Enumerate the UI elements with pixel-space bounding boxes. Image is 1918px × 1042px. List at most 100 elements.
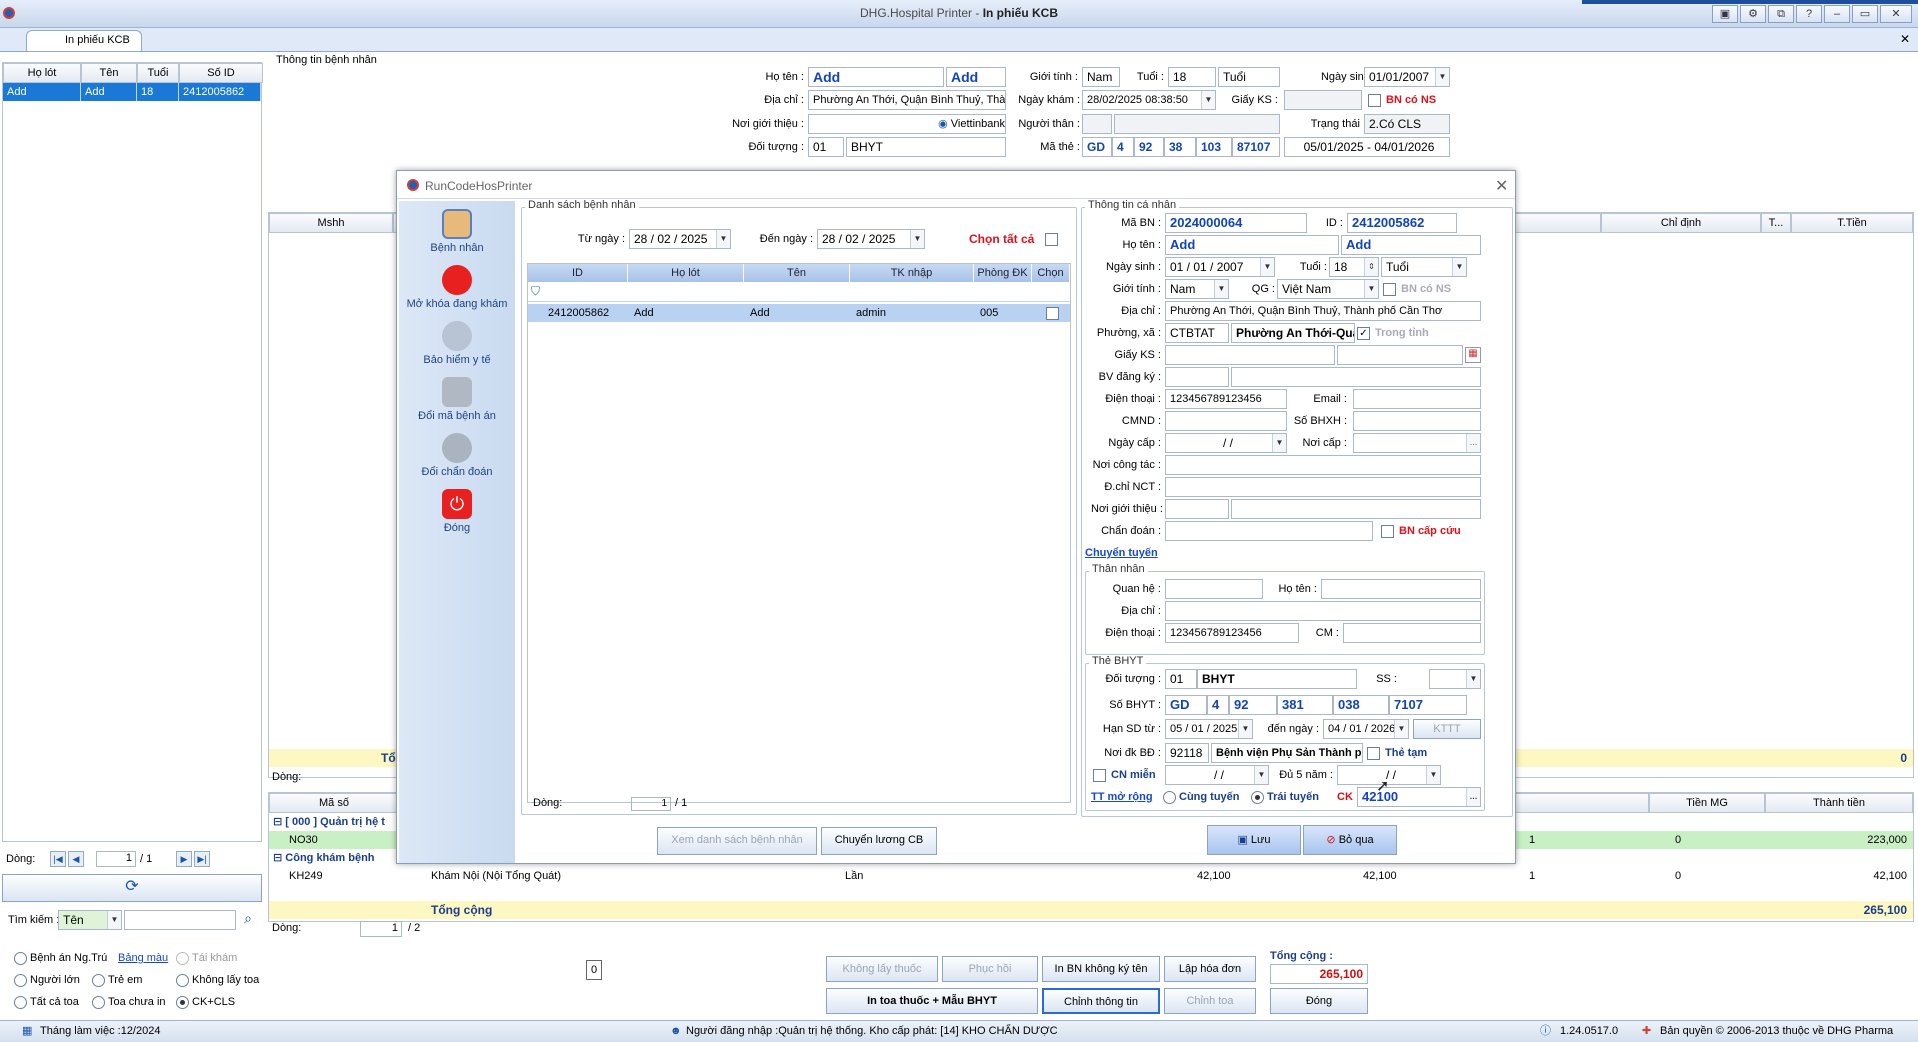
ma-the-6[interactable]: 87107 bbox=[1232, 137, 1280, 157]
noi-gioi-thieu-field[interactable]: ◉ Viettinbank bbox=[808, 114, 1006, 134]
nav-bao-hiem[interactable]: Bảo hiểm y tế bbox=[399, 321, 515, 366]
giay-ks-field[interactable] bbox=[1284, 90, 1362, 110]
doi-tuong-code-field[interactable]: 01 bbox=[808, 137, 844, 157]
ma-the-5[interactable]: 103 bbox=[1196, 137, 1232, 157]
so-bhyt-5[interactable]: 038 bbox=[1333, 695, 1389, 715]
giay-ks-2-input[interactable] bbox=[1337, 345, 1463, 365]
the-tam-checkbox[interactable] bbox=[1367, 747, 1380, 760]
luu-button[interactable]: ▣ Lưu bbox=[1207, 825, 1301, 855]
khong-lay-thuoc-button[interactable]: Không lấy thuốc bbox=[826, 956, 938, 982]
han-sd-den[interactable]: 04 / 01 / 2026 ▼ bbox=[1323, 719, 1409, 739]
chinh-thong-tin-button[interactable]: Chỉnh thông tin bbox=[1042, 988, 1160, 1014]
bv-dang-ky-name[interactable] bbox=[1231, 367, 1481, 387]
radio-tre-em[interactable] bbox=[92, 974, 105, 987]
chuyen-tuyen-link[interactable]: Chuyển tuyến bbox=[1085, 543, 1158, 563]
kttt-button[interactable]: KTTT bbox=[1413, 719, 1481, 739]
cn-mien-date[interactable]: / / ▼ bbox=[1165, 765, 1269, 785]
chon-tat-ca-checkbox[interactable] bbox=[1045, 233, 1058, 246]
ma-the-1[interactable]: GD bbox=[1082, 137, 1112, 157]
qg-select[interactable]: Việt Nam ▼ bbox=[1277, 279, 1379, 299]
email-input[interactable] bbox=[1353, 389, 1481, 409]
tuoi-input[interactable]: 18 ⇕ bbox=[1329, 257, 1379, 277]
col-phong-dk[interactable]: Phòng ĐK bbox=[974, 264, 1032, 282]
ngay-sinh-input[interactable]: 01 / 01 / 2007 ▼ bbox=[1165, 257, 1275, 277]
filter-row[interactable]: ⛉ bbox=[528, 282, 1070, 302]
tuoi-unit-select[interactable]: Tuổi ▼ bbox=[1381, 257, 1467, 277]
noi-cap-input[interactable]: … bbox=[1353, 433, 1481, 453]
col-chi-dinh[interactable]: Chỉ định bbox=[1601, 213, 1761, 233]
bn-cap-cuu-checkbox[interactable] bbox=[1381, 525, 1394, 538]
hieu-luc-field[interactable]: 05/01/2025 - 04/01/2026 bbox=[1284, 137, 1450, 157]
ten-input[interactable]: Add bbox=[1341, 235, 1481, 255]
col-t-tien[interactable]: T.Tiền bbox=[1791, 213, 1913, 233]
chinh-toa-button[interactable]: Chỉnh toa bbox=[1164, 988, 1256, 1014]
nav-doi-chan-doan[interactable]: Đổi chẩn đoán bbox=[399, 433, 515, 478]
trong-tinh-checkbox[interactable]: ✓ bbox=[1357, 327, 1370, 340]
phuong-input[interactable]: Phường An Thới-Quận Bình bbox=[1231, 323, 1355, 343]
radio-ck-cls[interactable] bbox=[176, 996, 189, 1009]
row-select-checkbox[interactable] bbox=[1046, 307, 1059, 320]
search-field-select[interactable]: Tên ▼ bbox=[58, 910, 122, 930]
ngay-cap-input[interactable]: / / ▼ bbox=[1165, 433, 1287, 453]
last-page-icon[interactable]: ▶| bbox=[194, 851, 210, 867]
than-nhan-cm[interactable] bbox=[1343, 623, 1481, 643]
col-mshh[interactable]: Mshh bbox=[269, 213, 393, 233]
ellipsis-icon[interactable]: … bbox=[1466, 788, 1480, 806]
col-tk-nhap[interactable]: TK nhập bbox=[850, 264, 974, 282]
nav-doi-ma[interactable]: Đổi mã bệnh án bbox=[399, 377, 515, 422]
dia-chi-field[interactable]: Phường An Thới, Quận Bình Thuỷ, Thành bbox=[808, 90, 1006, 110]
than-nhan-dia-chi[interactable] bbox=[1165, 601, 1481, 621]
first-page-icon[interactable]: |◀ bbox=[50, 851, 66, 867]
ho-input[interactable]: Add bbox=[1165, 235, 1339, 255]
so-bhyt-3[interactable]: 92 bbox=[1229, 695, 1277, 715]
so-bhxh-input[interactable] bbox=[1353, 411, 1481, 431]
radio-toa-chua-in[interactable] bbox=[92, 996, 105, 1009]
col-so-id[interactable]: Số ID bbox=[179, 63, 263, 83]
maximize-button[interactable]: ▭ bbox=[1852, 5, 1878, 23]
so-bhyt-2[interactable]: 4 bbox=[1207, 695, 1229, 715]
tt-mo-rong-link[interactable]: TT mở rộng bbox=[1091, 787, 1153, 807]
dchi-nct-input[interactable] bbox=[1165, 477, 1481, 497]
bhyt-doi-tuong-code[interactable]: 01 bbox=[1165, 669, 1197, 689]
dong-button[interactable]: Đóng bbox=[1270, 988, 1368, 1014]
table-row[interactable]: Add Add 18 2412005862 bbox=[3, 83, 261, 101]
ngay-sinh-field[interactable]: 01/01/2007 ▼ bbox=[1364, 67, 1450, 87]
bhyt-doi-tuong[interactable]: BHYT bbox=[1197, 669, 1357, 689]
dialog-close-icon[interactable]: ✕ bbox=[1495, 176, 1508, 196]
radio-khong-lay-toa[interactable] bbox=[176, 974, 189, 987]
bo-qua-button[interactable]: ⊘ Bỏ qua bbox=[1303, 825, 1397, 855]
trai-tuyen-radio[interactable] bbox=[1251, 791, 1264, 804]
dia-chi-input[interactable]: Phường An Thới, Quận Bình Thuỷ, Thành ph… bbox=[1165, 301, 1481, 321]
noi-cong-tac-input[interactable] bbox=[1165, 455, 1481, 475]
so-bhyt-4[interactable]: 381 bbox=[1277, 695, 1333, 715]
col-ho-lot[interactable]: Họ lót bbox=[3, 63, 81, 83]
col-id[interactable]: ID bbox=[528, 264, 628, 282]
ten-field[interactable]: Add bbox=[946, 67, 1006, 87]
ma-the-3[interactable]: 92 bbox=[1134, 137, 1164, 157]
ma-bn-field[interactable]: 2024000064 bbox=[1165, 213, 1307, 233]
id-field[interactable]: 2412005862 bbox=[1347, 213, 1457, 233]
col-tien-mg[interactable]: Tiền MG bbox=[1649, 793, 1765, 813]
phuc-hoi-button[interactable]: Phục hồi bbox=[942, 956, 1038, 982]
screen-icon[interactable]: ▣ bbox=[1712, 5, 1738, 23]
table-row[interactable]: KH249 Khám Nội (Nội Tổng Quát) Lần 42,10… bbox=[269, 867, 1913, 885]
search-icon[interactable]: ⌕ bbox=[238, 910, 258, 930]
col-thanh-tien[interactable]: Thành tiền bbox=[1765, 793, 1913, 813]
radio-tai-kham[interactable] bbox=[176, 952, 189, 965]
nguoi-than-name-field[interactable] bbox=[1114, 114, 1280, 134]
noi-dk-code[interactable]: 92118 bbox=[1165, 743, 1209, 763]
page-input[interactable]: 1 bbox=[96, 851, 136, 867]
noi-gioi-thieu-code[interactable] bbox=[1165, 499, 1229, 519]
tab-in-phieu-kcb[interactable]: In phiếu KCB bbox=[26, 30, 142, 51]
nav-dong[interactable]: ⏻ Đóng bbox=[399, 489, 515, 534]
settings-icon[interactable]: ⚙ bbox=[1740, 5, 1766, 23]
radio-nguoi-lon[interactable] bbox=[14, 974, 27, 987]
han-sd-tu[interactable]: 05 / 01 / 2025 ▼ bbox=[1165, 719, 1253, 739]
search-input[interactable] bbox=[124, 910, 236, 930]
bn-co-ns-checkbox[interactable] bbox=[1383, 283, 1396, 296]
cn-mien-checkbox[interactable] bbox=[1093, 769, 1106, 782]
close-button[interactable]: ✕ bbox=[1880, 5, 1912, 23]
modal-page-input[interactable]: 1 bbox=[631, 797, 671, 811]
tu-ngay-field[interactable]: 28 / 02 / 2025 ▼ bbox=[629, 229, 731, 249]
radio-tat-ca-toa[interactable] bbox=[14, 996, 27, 1009]
